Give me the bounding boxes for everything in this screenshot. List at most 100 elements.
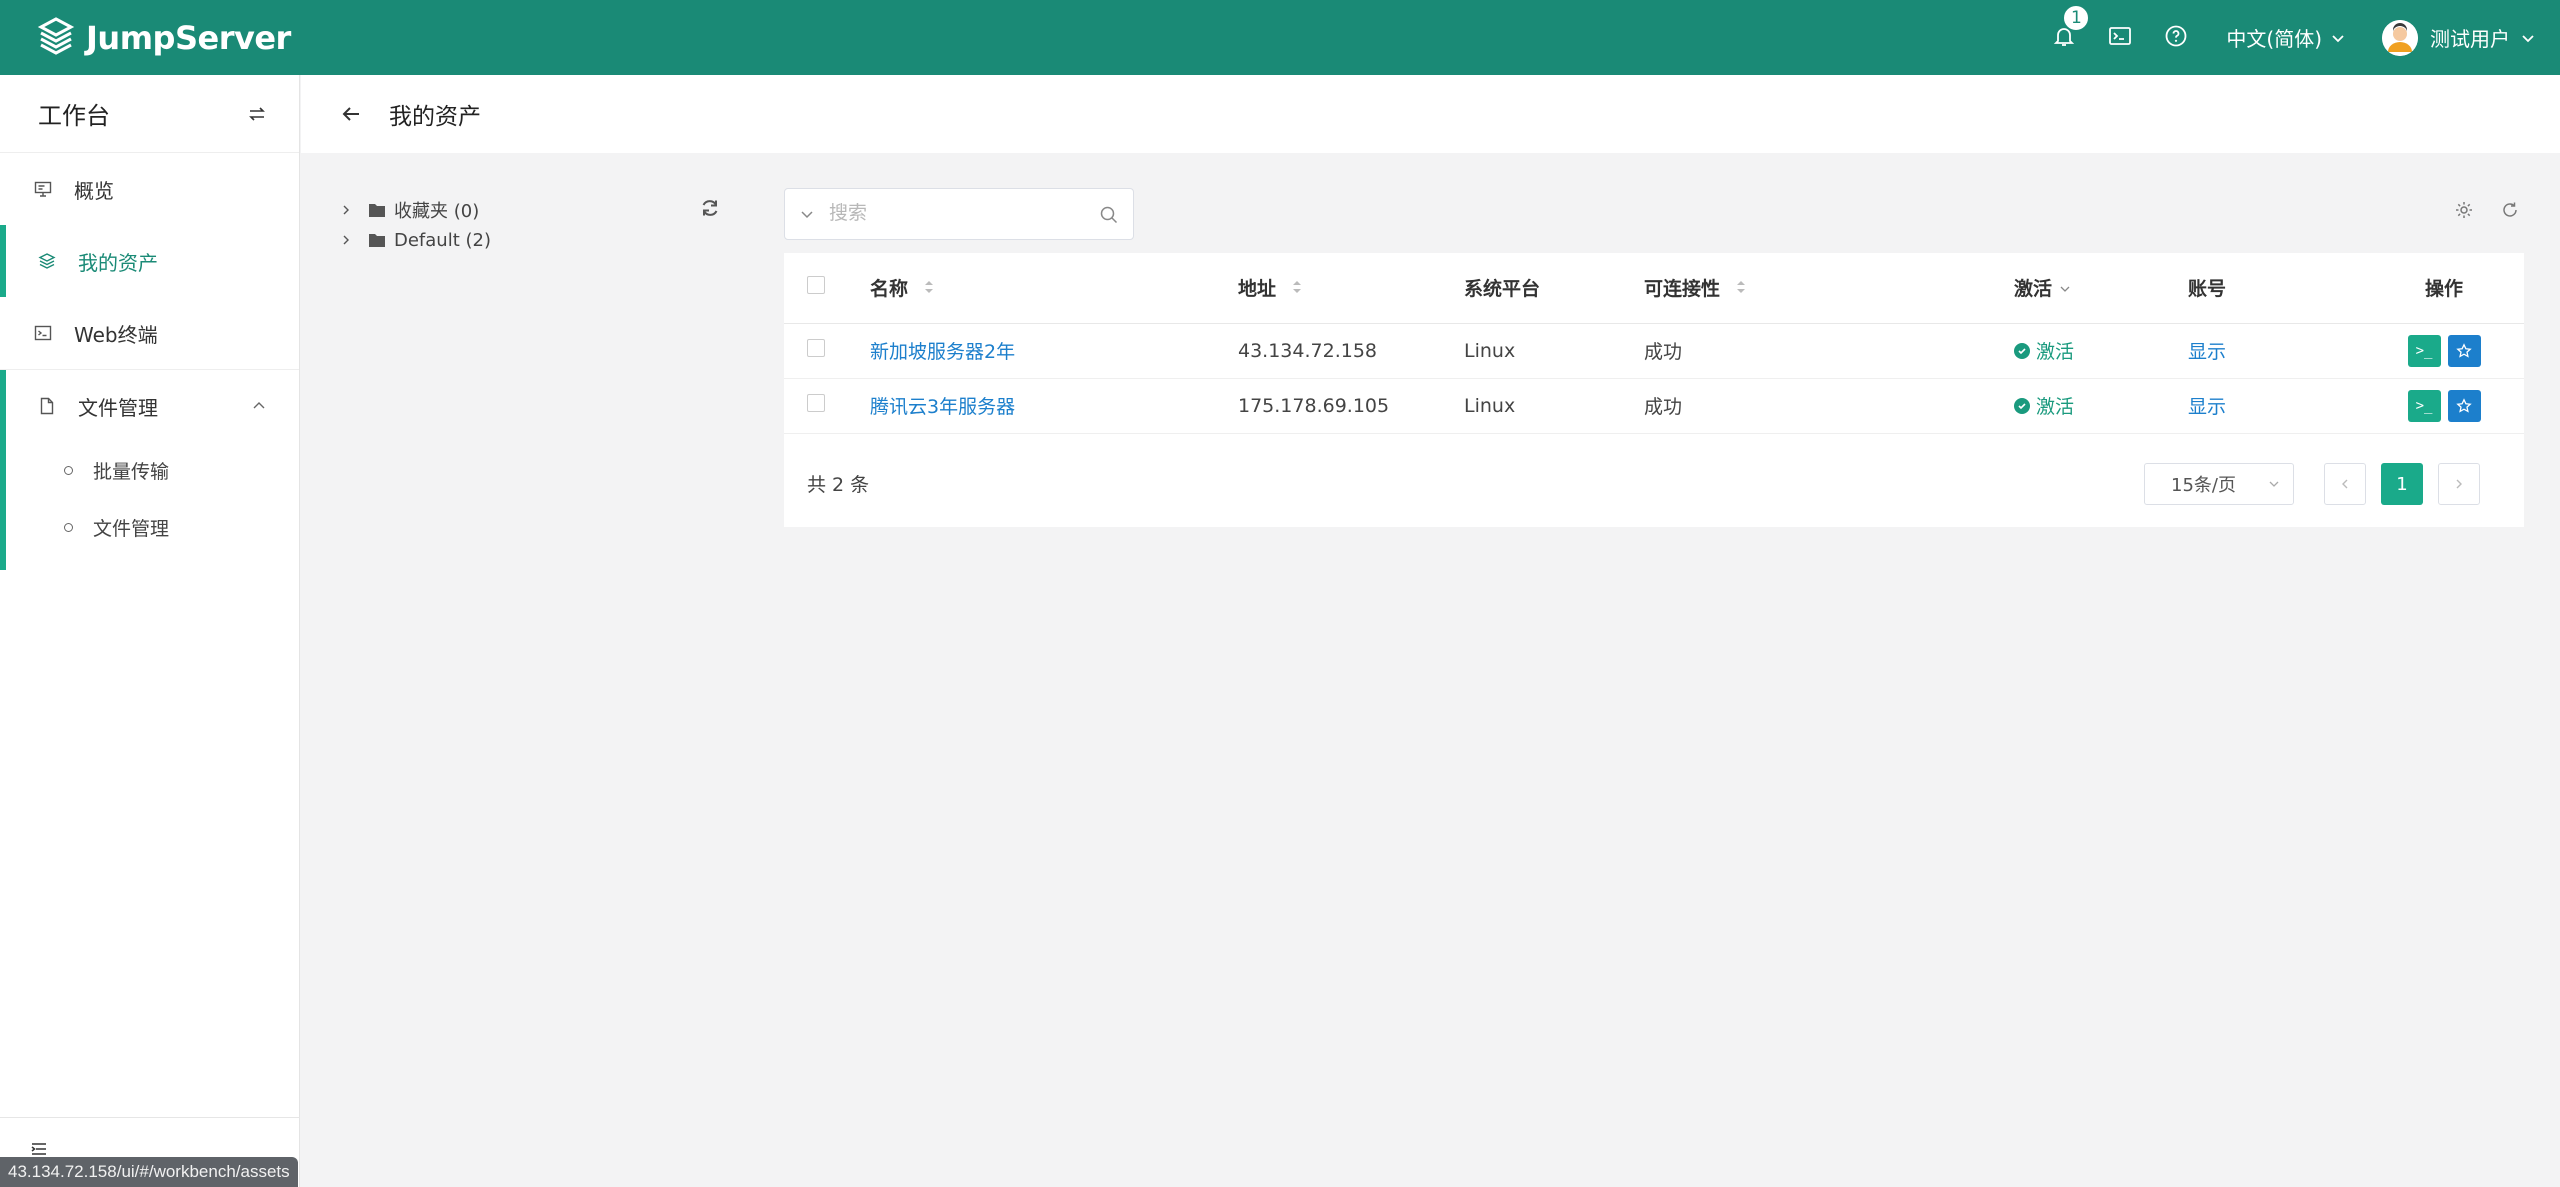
star-icon [2456, 342, 2472, 359]
brand-logo[interactable]: JumpServer [36, 16, 291, 60]
sidebar-group-file-management: 文件管理 批量传输 文件管理 [0, 369, 299, 570]
terminal-icon [2108, 24, 2132, 52]
search-input[interactable] [829, 203, 1079, 225]
tree-node-favorites[interactable]: 收藏夹 (0) [340, 195, 730, 225]
sidebar-item-file-management[interactable]: 文件管理 [0, 370, 299, 442]
connect-terminal-button[interactable]: >_ [2407, 334, 2441, 367]
back-arrow-icon[interactable] [339, 102, 363, 126]
sidebar-header: 工作台 [0, 75, 299, 153]
refresh-icon[interactable] [2500, 200, 2520, 220]
column-header-actions: 操作 [2364, 253, 2524, 324]
language-selector[interactable]: 中文(简体) [2226, 23, 2346, 52]
column-header-address[interactable]: 地址 [1238, 253, 1464, 324]
folder-icon [368, 202, 386, 218]
next-page-button[interactable] [2438, 463, 2480, 505]
user-menu[interactable]: 测试用户 [2382, 19, 2536, 56]
tree-node-default[interactable]: Default (2) [340, 225, 730, 255]
page-size-select[interactable]: 15条/页 [2144, 463, 2294, 505]
star-icon [2456, 397, 2472, 414]
column-header-active[interactable]: 激活 [2014, 253, 2188, 324]
notifications-button[interactable]: 1 [2036, 0, 2092, 75]
chevron-up-icon [251, 398, 267, 414]
page-header: 我的资产 [301, 75, 2560, 153]
sidebar-item-overview[interactable]: 概览 [0, 153, 299, 225]
sidebar-item-my-assets[interactable]: 我的资产 [0, 225, 299, 297]
terminal-prompt-icon: >_ [2415, 397, 2433, 414]
asset-address: 43.134.72.158 [1238, 323, 1464, 379]
column-label: 系统平台 [1464, 278, 1541, 301]
page-size-value: 15条/页 [2171, 475, 2236, 496]
asset-platform: Linux [1464, 323, 1644, 379]
column-header-account: 账号 [2188, 253, 2364, 324]
folder-icon [368, 232, 386, 248]
logo-icon [36, 16, 76, 60]
column-label: 账号 [2188, 278, 2227, 301]
sidebar-item-web-terminal[interactable]: Web终端 [0, 297, 299, 369]
asset-connectivity: 成功 [1644, 378, 2014, 434]
tree-node-label: Default (2) [394, 229, 491, 251]
tree-node-label: 收藏夹 (0) [394, 201, 480, 222]
table-tools [2454, 200, 2520, 220]
web-terminal-button[interactable] [2092, 0, 2148, 75]
top-navbar: JumpServer 1 中文(简体) 测试用户 [0, 0, 2560, 75]
chevron-down-icon[interactable] [785, 206, 829, 222]
brand-name: JumpServer [86, 18, 291, 57]
asset-name-link[interactable]: 新加坡服务器2年 [870, 341, 1015, 363]
asset-address: 175.178.69.105 [1238, 378, 1464, 434]
monitor-icon [32, 178, 54, 200]
terminal-prompt-icon: >_ [2415, 342, 2433, 359]
bullet-icon [64, 466, 73, 475]
chevron-down-icon [2520, 30, 2536, 46]
asset-connectivity: 成功 [1644, 323, 2014, 379]
asset-tree: 收藏夹 (0) Default (2) [340, 195, 730, 255]
column-label: 激活 [2014, 278, 2053, 301]
collapse-sidebar-icon[interactable] [30, 1140, 48, 1158]
total-count: 共 2 条 [807, 473, 870, 496]
column-label: 名称 [870, 278, 909, 301]
sidebar-subitem-label: 文件管理 [93, 518, 170, 540]
select-all-checkbox[interactable] [807, 276, 825, 295]
search-icon[interactable] [1099, 205, 1119, 225]
prev-page-button[interactable] [2324, 463, 2366, 505]
favorite-button[interactable] [2447, 334, 2481, 367]
show-account-link[interactable]: 显示 [2188, 341, 2226, 363]
browser-status-url: 43.134.72.158/ui/#/workbench/assets [0, 1157, 298, 1187]
chevron-right-icon[interactable] [340, 234, 354, 246]
sidebar-subitem-batch-transfer[interactable]: 批量传输 [0, 442, 299, 499]
sidebar-subitem-file-management[interactable]: 文件管理 [0, 499, 299, 556]
help-button[interactable] [2148, 0, 2204, 75]
show-account-link[interactable]: 显示 [2188, 396, 2226, 418]
column-label: 可连接性 [1644, 278, 1721, 301]
sidebar-item-label: 文件管理 [78, 395, 158, 420]
table-footer: 共 2 条 15条/页 1 [784, 439, 2524, 527]
page-title: 我的资产 [389, 104, 481, 130]
file-icon [36, 395, 58, 417]
favorite-button[interactable] [2447, 389, 2481, 422]
table-row: 新加坡服务器2年 43.134.72.158 Linux 成功 激活 显示 >_ [784, 323, 2524, 379]
language-label: 中文(简体) [2226, 27, 2322, 51]
sort-icon[interactable] [1735, 278, 1747, 301]
chevron-down-icon [2267, 477, 2281, 491]
sort-icon[interactable] [923, 278, 935, 301]
settings-icon[interactable] [2454, 200, 2474, 220]
sort-icon[interactable] [1291, 278, 1303, 301]
table-header-row: 名称 地址 系统平台 可连接性 激活 账号 操作 [784, 253, 2524, 324]
active-status-label: 激活 [2036, 396, 2075, 418]
avatar [2382, 19, 2418, 56]
column-header-connectivity[interactable]: 可连接性 [1644, 253, 2014, 324]
page-number-current[interactable]: 1 [2381, 463, 2423, 505]
switch-view-icon[interactable] [247, 104, 267, 124]
asset-platform: Linux [1464, 378, 1644, 434]
chevron-right-icon[interactable] [340, 204, 354, 216]
check-circle-icon [2014, 397, 2030, 414]
connect-terminal-button[interactable]: >_ [2407, 389, 2441, 422]
assets-table: 名称 地址 系统平台 可连接性 激活 账号 操作 新加坡服务器2年 43.134… [784, 253, 2524, 434]
asset-name-link[interactable]: 腾讯云3年服务器 [870, 396, 1015, 418]
column-header-name[interactable]: 名称 [870, 253, 1238, 324]
refresh-tree-icon[interactable] [700, 198, 720, 222]
sidebar: 工作台 概览 我的资产 Web终端 文件管理 批量传输 文件管理 [0, 75, 300, 1187]
row-checkbox[interactable] [807, 394, 825, 412]
row-checkbox[interactable] [807, 339, 825, 357]
active-status-label: 激活 [2036, 341, 2075, 363]
filter-chevron-icon[interactable] [2059, 278, 2071, 300]
